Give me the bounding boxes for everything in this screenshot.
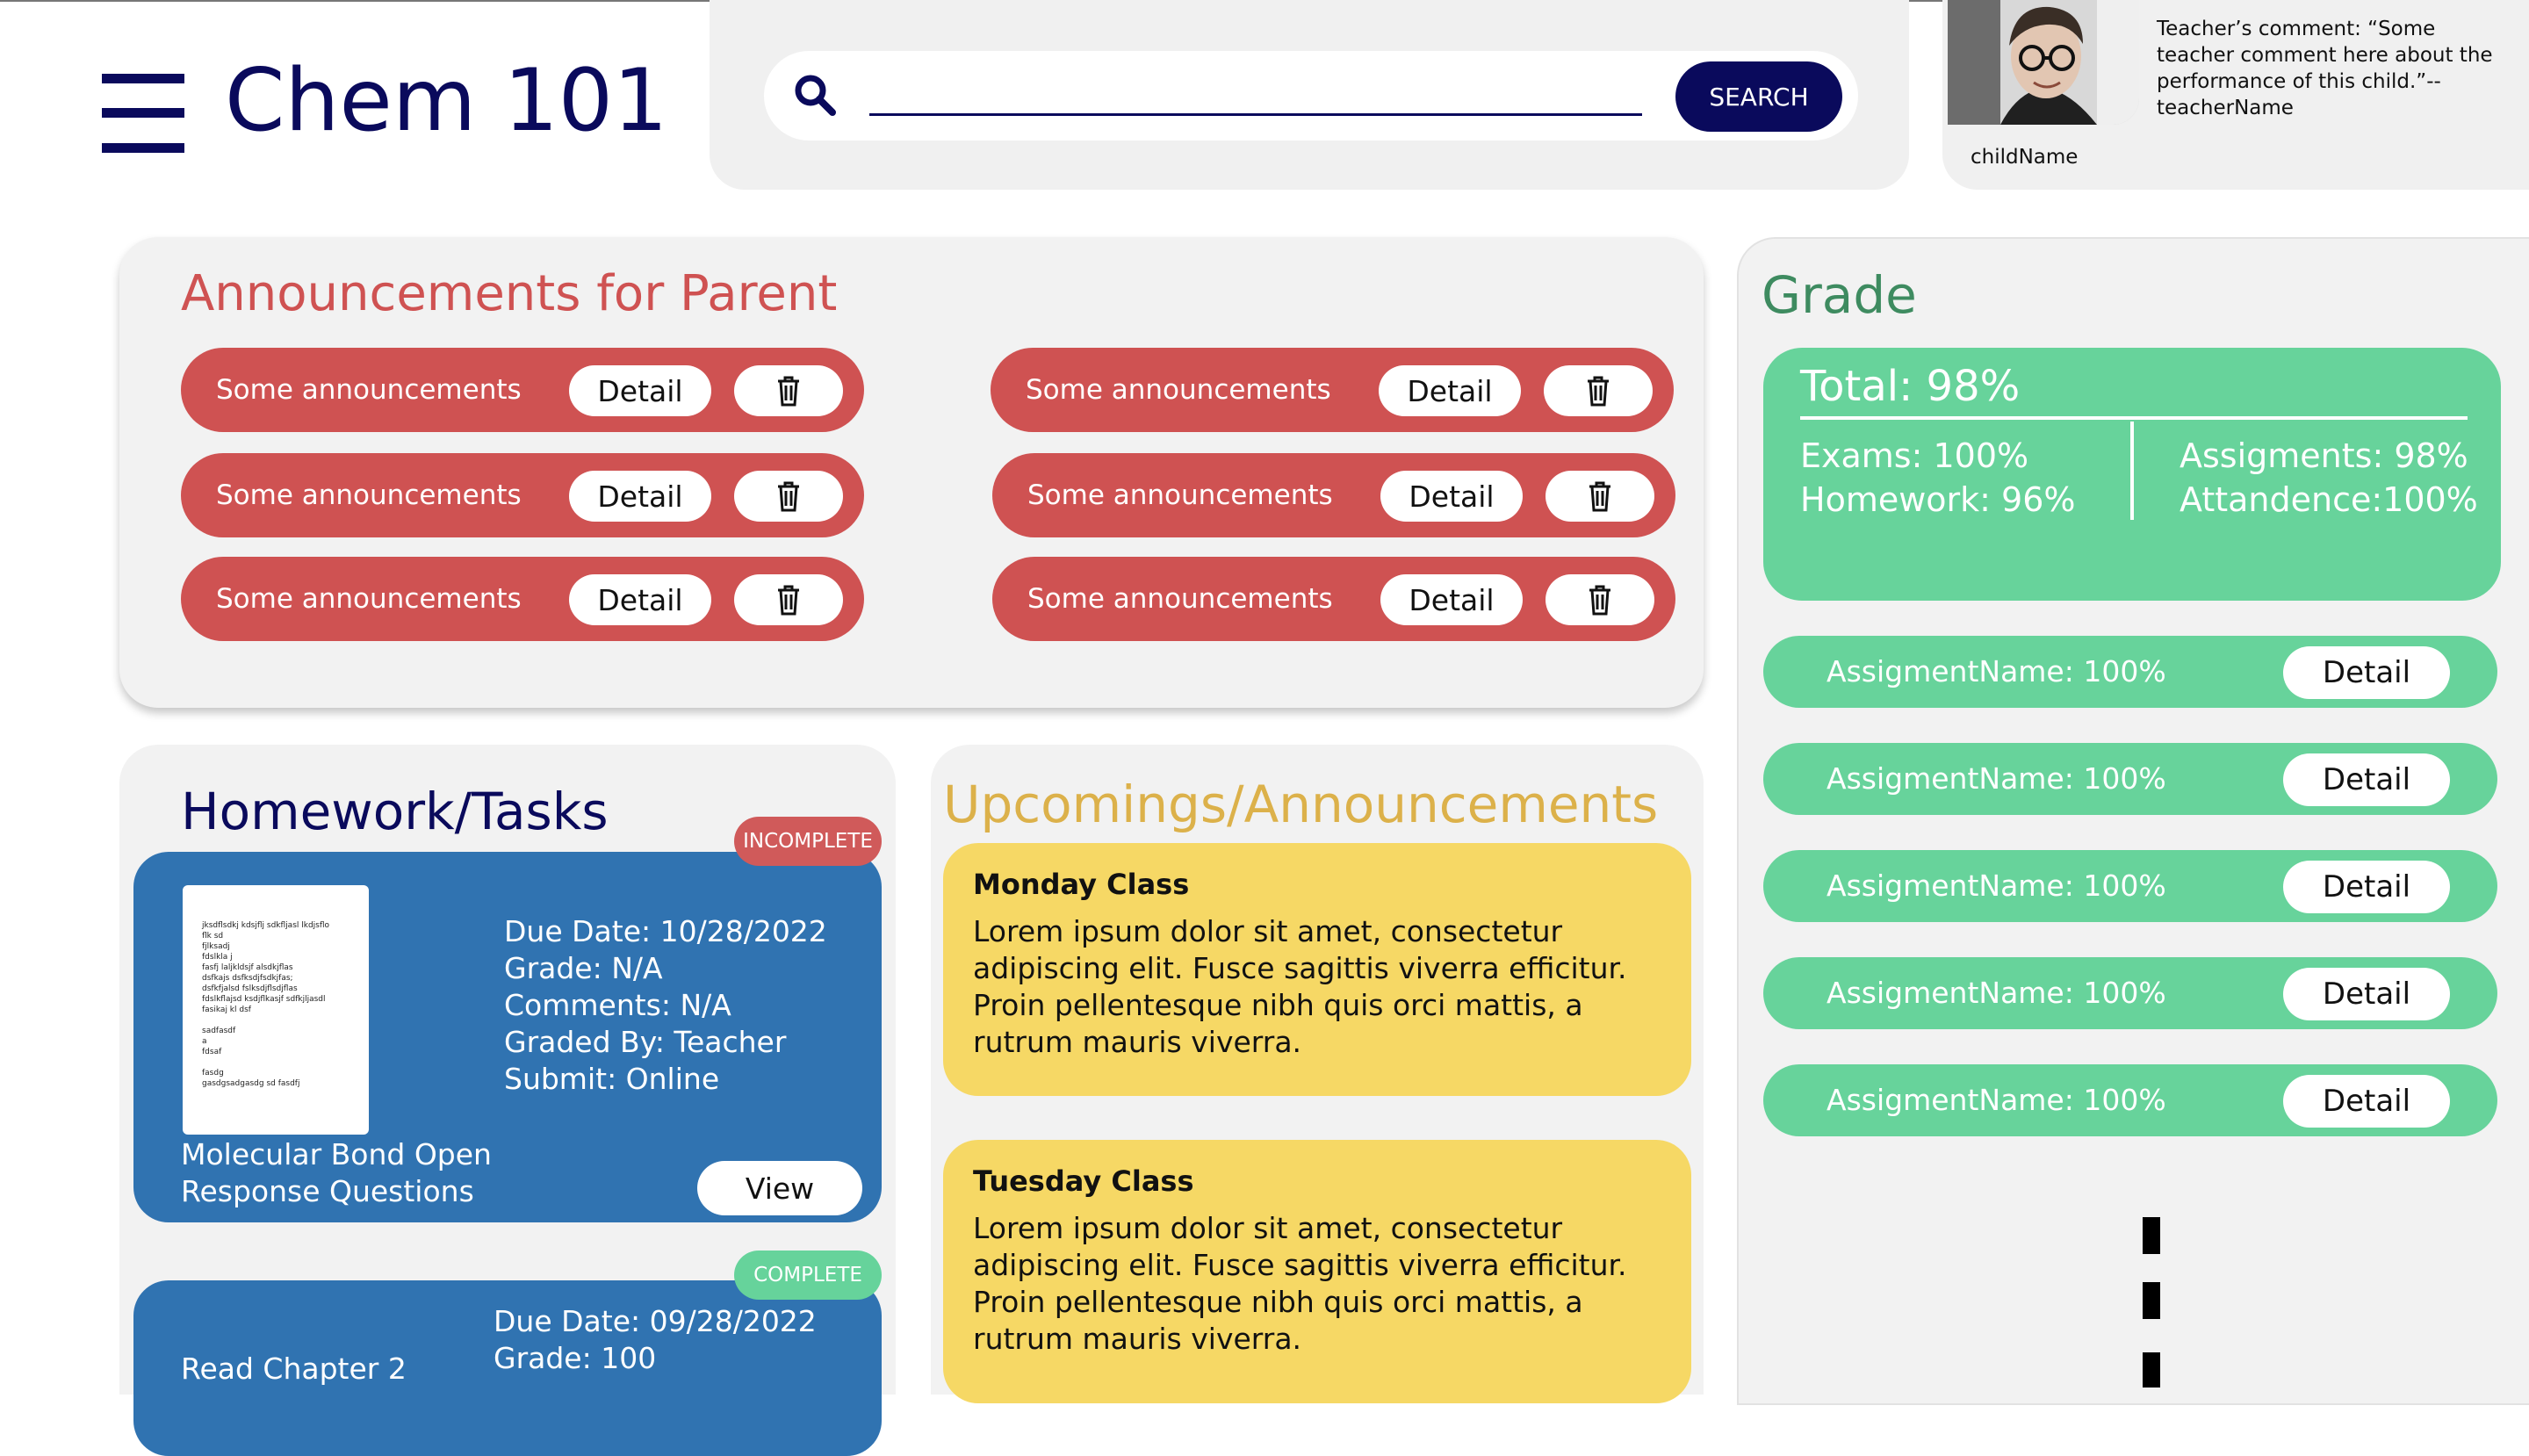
- delete-announcement-button[interactable]: [734, 471, 843, 522]
- hamburger-menu-icon[interactable]: [102, 74, 184, 153]
- trash-icon: [778, 481, 799, 512]
- search-icon[interactable]: [790, 70, 839, 119]
- summary-divider: [2130, 422, 2134, 520]
- trash-icon: [1588, 376, 1609, 407]
- trash-icon: [778, 585, 799, 616]
- announcement-detail-button[interactable]: Detail: [569, 471, 711, 522]
- upcoming-card-body: Lorem ipsum dolor sit amet, consectetur …: [973, 914, 1627, 1059]
- announcement-text: Some announcements: [216, 374, 522, 406]
- assignments-grade: Assigments: 98%: [2180, 436, 2468, 475]
- assignment-detail-button[interactable]: Detail: [2283, 646, 2450, 699]
- homework-grade: Homework: 96%: [1800, 480, 2076, 519]
- search-input[interactable]: [869, 70, 1642, 116]
- upcoming-card: Tuesday Class Lorem ipsum dolor sit amet…: [943, 1140, 1691, 1403]
- announcement-detail-button[interactable]: Detail: [569, 365, 711, 416]
- assignment-detail-button[interactable]: Detail: [2283, 861, 2450, 913]
- teacher-comment: Teacher’s comment: “Some teacher comment…: [2157, 18, 2493, 119]
- assignment-detail-button[interactable]: Detail: [2283, 968, 2450, 1020]
- delete-announcement-button[interactable]: [1546, 471, 1654, 522]
- announcement-item: Some announcements Detail: [992, 453, 1675, 537]
- assignment-detail-button[interactable]: Detail: [2283, 1075, 2450, 1128]
- assignment-text: AssigmentName: 100%: [1826, 869, 2166, 903]
- task-details: Due Date: 09/28/2022 Grade: 100: [494, 1303, 817, 1377]
- task-due-date: Due Date: 09/28/2022: [494, 1304, 817, 1338]
- task-grade: Grade: N/A: [504, 951, 663, 985]
- delete-announcement-button[interactable]: [1544, 365, 1653, 416]
- assignment-item: AssigmentName: 100% Detail: [1763, 636, 2497, 708]
- total-underline: [1800, 416, 2468, 420]
- trash-icon: [778, 376, 799, 407]
- assignment-text: AssigmentName: 100%: [1826, 654, 2166, 688]
- announcement-item: Some announcements Detail: [181, 453, 864, 537]
- assignment-item: AssigmentName: 100% Detail: [1763, 850, 2497, 922]
- assignment-text: AssigmentName: 100%: [1826, 976, 2166, 1010]
- status-badge-complete: COMPLETE: [734, 1251, 882, 1300]
- delete-announcement-button[interactable]: [734, 365, 843, 416]
- scroll-indicator-dash: [2143, 1352, 2160, 1388]
- assignment-item: AssigmentName: 100% Detail: [1763, 743, 2497, 815]
- grade-title: Grade: [1762, 265, 1917, 325]
- task-name: Read Chapter 2: [181, 1351, 407, 1386]
- announcement-item: Some announcements Detail: [181, 557, 864, 641]
- upcoming-title: Upcomings/Announcements: [943, 775, 1659, 834]
- upcoming-card-title: Tuesday Class: [973, 1164, 1194, 1198]
- scroll-indicator-dash: [2143, 1217, 2160, 1254]
- announcement-item: Some announcements Detail: [181, 348, 864, 432]
- announcement-text: Some announcements: [1026, 374, 1331, 406]
- attendance-grade: Attandence:100%: [2180, 480, 2478, 519]
- assignment-detail-button[interactable]: Detail: [2283, 753, 2450, 806]
- homework-title: Homework/Tasks: [181, 782, 609, 841]
- announcement-item: Some announcements Detail: [992, 557, 1675, 641]
- page-title: Chem 101: [225, 51, 668, 151]
- task-name: Molecular Bond Open Response Questions: [181, 1137, 492, 1208]
- upcoming-card-title: Monday Class: [973, 868, 1190, 901]
- search-button[interactable]: SEARCH: [1675, 61, 1842, 132]
- trash-icon: [1589, 481, 1610, 512]
- trash-icon: [1589, 585, 1610, 616]
- announcement-detail-button[interactable]: Detail: [569, 574, 711, 625]
- task-details: Due Date: 10/28/2022 Grade: N/A Comments…: [504, 913, 827, 1098]
- status-badge-incomplete: INCOMPLETE: [734, 817, 882, 866]
- assignment-item: AssigmentName: 100% Detail: [1763, 957, 2497, 1029]
- announcement-text: Some announcements: [1027, 479, 1333, 511]
- announcement-detail-button[interactable]: Detail: [1379, 365, 1521, 416]
- task-graded-by: Graded By: Teacher: [504, 1025, 787, 1059]
- upcoming-card-body: Lorem ipsum dolor sit amet, consectetur …: [973, 1211, 1627, 1356]
- announcement-text: Some announcements: [216, 479, 522, 511]
- task-comments: Comments: N/A: [504, 988, 731, 1022]
- assignment-text: AssigmentName: 100%: [1826, 761, 2166, 796]
- announcement-item: Some announcements Detail: [991, 348, 1674, 432]
- assignment-item: AssigmentName: 100% Detail: [1763, 1064, 2497, 1136]
- upcoming-card: Monday Class Lorem ipsum dolor sit amet,…: [943, 843, 1691, 1096]
- task-grade: Grade: 100: [494, 1341, 657, 1375]
- view-task-button[interactable]: View: [697, 1161, 862, 1215]
- task-submit-method: Submit: Online: [504, 1062, 720, 1096]
- child-avatar: [1948, 0, 2139, 125]
- delete-announcement-button[interactable]: [734, 574, 843, 625]
- total-grade: Total: 98%: [1800, 362, 2021, 411]
- parent-announcements-title: Announcements for Parent: [181, 265, 838, 322]
- child-name: childName: [1971, 146, 2079, 169]
- announcement-detail-button[interactable]: Detail: [1380, 471, 1523, 522]
- announcement-detail-button[interactable]: Detail: [1380, 574, 1523, 625]
- task-due-date: Due Date: 10/28/2022: [504, 914, 827, 948]
- assignment-text: AssigmentName: 100%: [1826, 1083, 2166, 1117]
- task-thumbnail: jksdflsdkj kdsjflj sdkfljasl lkdjsflo fl…: [183, 885, 369, 1135]
- delete-announcement-button[interactable]: [1546, 574, 1654, 625]
- announcement-text: Some announcements: [216, 583, 522, 615]
- announcement-text: Some announcements: [1027, 583, 1333, 615]
- scroll-indicator-dash: [2143, 1282, 2160, 1319]
- exams-grade: Exams: 100%: [1800, 436, 2029, 475]
